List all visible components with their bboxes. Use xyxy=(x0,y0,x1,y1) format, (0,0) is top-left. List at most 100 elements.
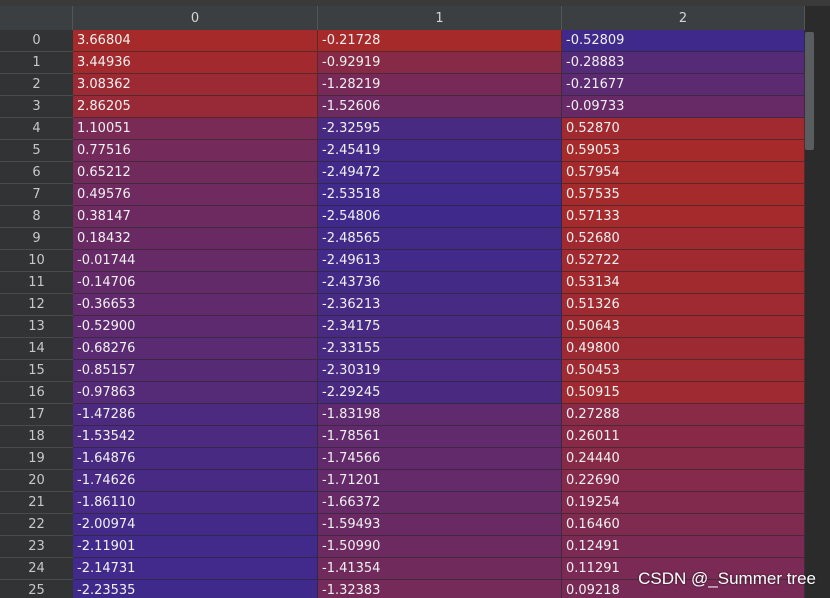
table-cell[interactable]: -1.28219 xyxy=(318,74,562,96)
row-index: 16 xyxy=(0,382,73,404)
dataframe-viewer: 0 1 2 0 3.66804 -0.21728 -0.52809 1 3.44936 -0… xyxy=(0,0,830,598)
table-cell[interactable]: 0.52680 xyxy=(562,228,805,250)
column-header-row: 0 1 2 xyxy=(0,6,830,31)
table-cell[interactable]: 0.52870 xyxy=(562,118,805,140)
table-cell[interactable]: -2.14731 xyxy=(73,558,318,580)
table-cell[interactable]: 0.49576 xyxy=(73,184,318,206)
table-cell[interactable]: 0.50643 xyxy=(562,316,805,338)
table-row: 1 3.44936 -0.92919 -0.28883 xyxy=(0,52,805,74)
table-cell[interactable]: -0.21677 xyxy=(562,74,805,96)
table-cell[interactable]: -0.68276 xyxy=(73,338,318,360)
table-cell[interactable]: 0.18432 xyxy=(73,228,318,250)
row-index: 18 xyxy=(0,426,73,448)
table-cell[interactable]: 0.50915 xyxy=(562,382,805,404)
table-cell[interactable]: -0.97863 xyxy=(73,382,318,404)
table-cell[interactable]: -0.52809 xyxy=(562,30,805,52)
table-cell[interactable]: -0.28883 xyxy=(562,52,805,74)
table-cell[interactable]: -2.49472 xyxy=(318,162,562,184)
table-cell[interactable]: 3.08362 xyxy=(73,74,318,96)
table-cell[interactable]: 0.57133 xyxy=(562,206,805,228)
table-cell[interactable]: -1.74626 xyxy=(73,470,318,492)
table-cell[interactable]: -0.92919 xyxy=(318,52,562,74)
row-index: 22 xyxy=(0,514,73,536)
row-index: 7 xyxy=(0,184,73,206)
row-index: 20 xyxy=(0,470,73,492)
table-cell[interactable]: -0.01744 xyxy=(73,250,318,272)
table-cell[interactable]: -0.09733 xyxy=(562,96,805,118)
table-cell[interactable]: 0.53134 xyxy=(562,272,805,294)
table-cell[interactable]: 0.77516 xyxy=(73,140,318,162)
table-cell[interactable]: -1.64876 xyxy=(73,448,318,470)
row-index: 11 xyxy=(0,272,73,294)
vertical-scrollbar[interactable] xyxy=(805,6,830,598)
table-cell[interactable]: -1.74566 xyxy=(318,448,562,470)
table-cell[interactable]: 0.24440 xyxy=(562,448,805,470)
column-header-2[interactable]: 2 xyxy=(562,6,805,30)
table-cell[interactable]: -2.48565 xyxy=(318,228,562,250)
table-cell[interactable]: -0.36653 xyxy=(73,294,318,316)
table-cell[interactable]: -1.66372 xyxy=(318,492,562,514)
row-index: 12 xyxy=(0,294,73,316)
table-cell[interactable]: 2.86205 xyxy=(73,96,318,118)
table-cell[interactable]: 3.66804 xyxy=(73,30,318,52)
table-cell[interactable]: -2.34175 xyxy=(318,316,562,338)
table-cell[interactable]: -2.45419 xyxy=(318,140,562,162)
table-cell[interactable]: 0.52722 xyxy=(562,250,805,272)
table-cell[interactable]: -2.00974 xyxy=(73,514,318,536)
table-cell[interactable]: -1.78561 xyxy=(318,426,562,448)
table-cell[interactable]: 3.44936 xyxy=(73,52,318,74)
table-cell[interactable]: -0.14706 xyxy=(73,272,318,294)
table-cell[interactable]: -1.53542 xyxy=(73,426,318,448)
table-cell[interactable]: -2.29245 xyxy=(318,382,562,404)
table-cell[interactable]: 0.19254 xyxy=(562,492,805,514)
table-cell[interactable]: 0.57535 xyxy=(562,184,805,206)
table-cell[interactable]: 0.59053 xyxy=(562,140,805,162)
table-cell[interactable]: -1.47286 xyxy=(73,404,318,426)
table-cell[interactable]: -1.71201 xyxy=(318,470,562,492)
table-cell[interactable]: 1.10051 xyxy=(73,118,318,140)
table-cell[interactable]: -1.50990 xyxy=(318,536,562,558)
table-row: 17 -1.47286 -1.83198 0.27288 xyxy=(0,404,805,426)
table-cell[interactable]: 0.57954 xyxy=(562,162,805,184)
column-header-1[interactable]: 1 xyxy=(318,6,562,30)
table-cell[interactable]: -1.52606 xyxy=(318,96,562,118)
watermark: CSDN @_Summer tree xyxy=(638,569,816,588)
table-cell[interactable]: 0.12491 xyxy=(562,536,805,558)
table-cell[interactable]: -1.86110 xyxy=(73,492,318,514)
table-cell[interactable]: -0.52900 xyxy=(73,316,318,338)
table-cell[interactable]: -1.83198 xyxy=(318,404,562,426)
row-index: 3 xyxy=(0,96,73,118)
row-index: 25 xyxy=(0,580,73,598)
table-cell[interactable]: -0.21728 xyxy=(318,30,562,52)
row-index: 10 xyxy=(0,250,73,272)
table-cell[interactable]: -2.36213 xyxy=(318,294,562,316)
table-cell[interactable]: 0.26011 xyxy=(562,426,805,448)
table-cell[interactable]: -2.30319 xyxy=(318,360,562,382)
table-cell[interactable]: -2.32595 xyxy=(318,118,562,140)
table-cell[interactable]: -1.32383 xyxy=(318,580,562,598)
table-row: 7 0.49576 -2.53518 0.57535 xyxy=(0,184,805,206)
table-cell[interactable]: -2.54806 xyxy=(318,206,562,228)
table-cell[interactable]: -1.59493 xyxy=(318,514,562,536)
column-header-0[interactable]: 0 xyxy=(73,6,318,30)
table-cell[interactable]: -1.41354 xyxy=(318,558,562,580)
table-cell[interactable]: 0.16460 xyxy=(562,514,805,536)
scrollbar-thumb[interactable] xyxy=(805,32,814,150)
table-cell[interactable]: 0.22690 xyxy=(562,470,805,492)
table-cell[interactable]: 0.65212 xyxy=(73,162,318,184)
table-cell[interactable]: 0.51326 xyxy=(562,294,805,316)
table-cell[interactable]: -2.33155 xyxy=(318,338,562,360)
table-cell[interactable]: 0.49800 xyxy=(562,338,805,360)
table-cell[interactable]: -0.85157 xyxy=(73,360,318,382)
table-cell[interactable]: -2.53518 xyxy=(318,184,562,206)
table-cell[interactable]: 0.27288 xyxy=(562,404,805,426)
row-index: 2 xyxy=(0,74,73,96)
table-cell[interactable]: -2.11901 xyxy=(73,536,318,558)
table-cell[interactable]: -2.23535 xyxy=(73,580,318,598)
table-row: 15 -0.85157 -2.30319 0.50453 xyxy=(0,360,805,382)
table-cell[interactable]: 0.38147 xyxy=(73,206,318,228)
table-cell[interactable]: 0.50453 xyxy=(562,360,805,382)
table-row: 23 -2.11901 -1.50990 0.12491 xyxy=(0,536,805,558)
table-cell[interactable]: -2.49613 xyxy=(318,250,562,272)
table-cell[interactable]: -2.43736 xyxy=(318,272,562,294)
